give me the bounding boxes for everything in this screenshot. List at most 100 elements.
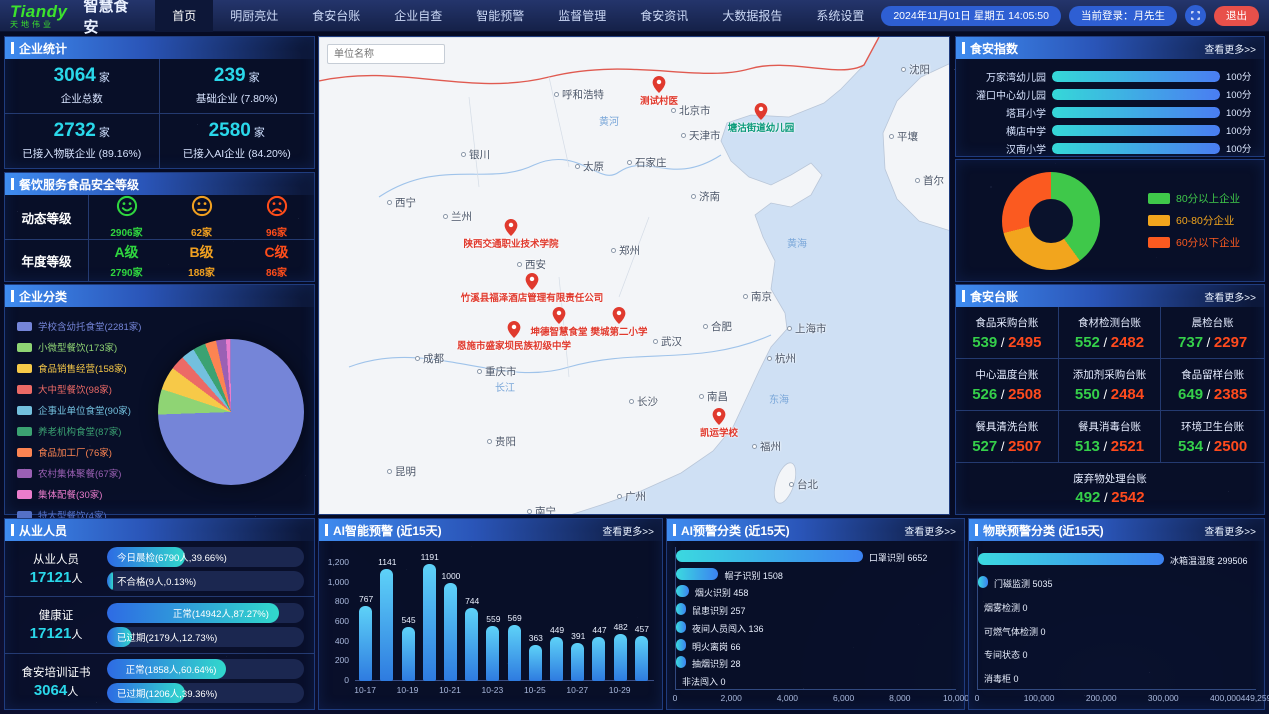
city-dot-icon (627, 160, 632, 165)
pie-legend-item[interactable]: 食品销售经营(158家) (17, 361, 141, 375)
map-marker[interactable]: 樊城第二小学 (613, 307, 626, 329)
panel-title: AI智能预警 (近15天) (325, 522, 442, 539)
map-marker[interactable]: 竹溪县福泽酒店管理有限责任公司 (526, 273, 539, 295)
staff-group: 食安培训证书3064人正常(1858人,60.64%)已过期(1206人,39.… (5, 653, 314, 709)
view-more-link[interactable]: 查看更多>> (602, 523, 654, 538)
ledger-done-count: 492 (1075, 489, 1100, 506)
pie-legend-item[interactable]: 学校含幼托食堂(2281家) (17, 319, 141, 333)
pie-legend-item[interactable]: 小微型餐饮(173家) (17, 340, 141, 354)
panel-title: 食安台账 (962, 288, 1018, 305)
ledger-separator: / (1203, 439, 1214, 454)
stat-cell: 3064家企业总数 (5, 59, 160, 114)
pie-legend-item[interactable]: 养老机构食堂(87家) (17, 424, 141, 438)
nav-item-2[interactable]: 食安台账 (295, 0, 377, 32)
panel-ai-warning-chart: AI智能预警 (近15天) 查看更多>> 02004006008001,0001… (318, 518, 663, 710)
stat-number: 239 (214, 65, 246, 86)
grade-label: B级 (189, 242, 213, 262)
index-school-name: 万家湾幼儿园 (960, 69, 1052, 84)
staff-total-unit: 人 (71, 573, 82, 585)
pie-legend-item[interactable]: 食品加工厂(76家) (17, 445, 141, 459)
legend-swatch (17, 385, 32, 394)
bar (978, 553, 1164, 565)
ledger-cell: 环境卫生台账534 / 2500 (1161, 411, 1264, 463)
staff-group: 从业人员17121人今日晨检(6790人,39.66%)不合格(9人,0.13%… (5, 541, 314, 596)
stat-value: 239家 (214, 65, 260, 87)
nav-item-8[interactable]: 系统设置 (799, 0, 881, 32)
stat-unit: 家 (99, 72, 110, 84)
map-city-label: 首尔 (915, 173, 944, 188)
stat-unit: 家 (99, 127, 110, 139)
y-axis-tick: 200 (319, 655, 349, 665)
donut-legend-item[interactable]: 60分以下企业 (1148, 235, 1240, 250)
nav-item-0[interactable]: 首页 (155, 0, 213, 32)
map-marker[interactable]: 塘沽街道幼儿园 (755, 103, 768, 125)
view-more-link[interactable]: 查看更多>> (1204, 523, 1256, 538)
map-marker-label: 陕西交通职业技术学院 (463, 236, 558, 250)
map-marker[interactable]: 凯运学校 (713, 408, 726, 430)
fullscreen-button[interactable] (1185, 5, 1206, 26)
map-city-label: 台北 (789, 477, 818, 492)
map-marker[interactable]: 测试村医 (653, 76, 666, 98)
staff-group-header: 从业人员17121人 (5, 551, 107, 586)
progress-bar: 正常(14942人,87.27%) (107, 603, 304, 623)
legend-label: 小微型餐饮(173家) (38, 340, 117, 354)
legend-swatch (1148, 193, 1170, 204)
staff-group-total: 3064人 (5, 682, 107, 699)
x-axis-line (355, 680, 654, 681)
city-dot-icon (915, 178, 920, 183)
nav-item-3[interactable]: 企业自查 (377, 0, 459, 32)
nav-item-4[interactable]: 智能预警 (459, 0, 541, 32)
view-more-link[interactable]: 查看更多>> (1204, 41, 1256, 56)
bar-label: 明火离岗 66 (692, 640, 741, 653)
x-axis-tick: 10,000 (943, 693, 969, 703)
city-dot-icon (681, 133, 686, 138)
pie-legend-item[interactable]: 农村集体聚餐(67家) (17, 466, 141, 480)
legend-label: 食品销售经营(158家) (38, 361, 127, 375)
bar (571, 643, 584, 681)
view-more-link[interactable]: 查看更多>> (1204, 289, 1256, 304)
nav-item-7[interactable]: 大数据报告 (705, 0, 799, 32)
nav-item-5[interactable]: 监督管理 (541, 0, 623, 32)
city-dot-icon (691, 194, 696, 199)
nav-item-6[interactable]: 食安资讯 (623, 0, 705, 32)
map-city-label: 南昌 (699, 389, 728, 404)
index-bar-fill (1052, 89, 1220, 100)
x-axis-tick: 0 (673, 693, 678, 703)
donut-legend-item[interactable]: 60-80分企业 (1148, 213, 1240, 228)
panel-title: 企业统计 (11, 40, 67, 57)
legend-swatch (17, 343, 32, 352)
map-marker[interactable]: 恩施市盛家坝民族初级中学 (508, 321, 521, 343)
x-axis-label: 10-27 (557, 685, 597, 695)
ledger-total-count: 2385 (1214, 386, 1247, 403)
city-dot-icon (671, 108, 676, 113)
ledger-cell: 食品采购台账539 / 2495 (956, 307, 1059, 359)
city-dot-icon (415, 356, 420, 361)
y-axis-tick: 400 (319, 636, 349, 646)
pie-legend-item[interactable]: 集体配餐(30家) (17, 487, 141, 501)
donut-legend-item[interactable]: 80分以上企业 (1148, 191, 1240, 206)
logout-button[interactable]: 退出 (1214, 6, 1259, 26)
ledger-total-count: 2484 (1111, 386, 1144, 403)
nav-item-1[interactable]: 明厨亮灶 (213, 0, 295, 32)
staff-total-unit: 人 (71, 629, 82, 641)
map-city-label: 沈阳 (901, 62, 930, 77)
search-input[interactable] (327, 44, 445, 64)
pie-legend-item[interactable]: 大中型餐饮(98家) (17, 382, 141, 396)
ledger-done-count: 649 (1178, 386, 1203, 403)
legend-label: 集体配餐(30家) (38, 487, 102, 501)
level-count: 86家 (266, 264, 287, 279)
index-bars: 万家湾幼儿园100分灌口中心幼儿园100分塔耳小学100分横店中学100分汉南小… (956, 59, 1264, 157)
staff-group-total: 17121人 (5, 625, 107, 642)
pie-legend-item[interactable]: 企事业单位食堂(90家) (17, 403, 141, 417)
x-axis-tick: 400,000 (1210, 693, 1241, 703)
city-dot-icon (703, 324, 708, 329)
view-more-link[interactable]: 查看更多>> (904, 523, 956, 538)
level-count: 2790家 (110, 264, 142, 279)
map-city-label: 郑州 (611, 243, 640, 258)
map-marker[interactable]: 坤德智慧食堂 (553, 307, 566, 329)
bar-label: 口罩识别 6652 (869, 551, 928, 564)
map-marker[interactable]: 陕西交通职业技术学院 (505, 219, 518, 241)
bar-label: 烟火识别 458 (695, 586, 749, 599)
legend-swatch (1148, 237, 1170, 248)
brand-logo: Tiandy 天地伟业 (10, 3, 67, 29)
